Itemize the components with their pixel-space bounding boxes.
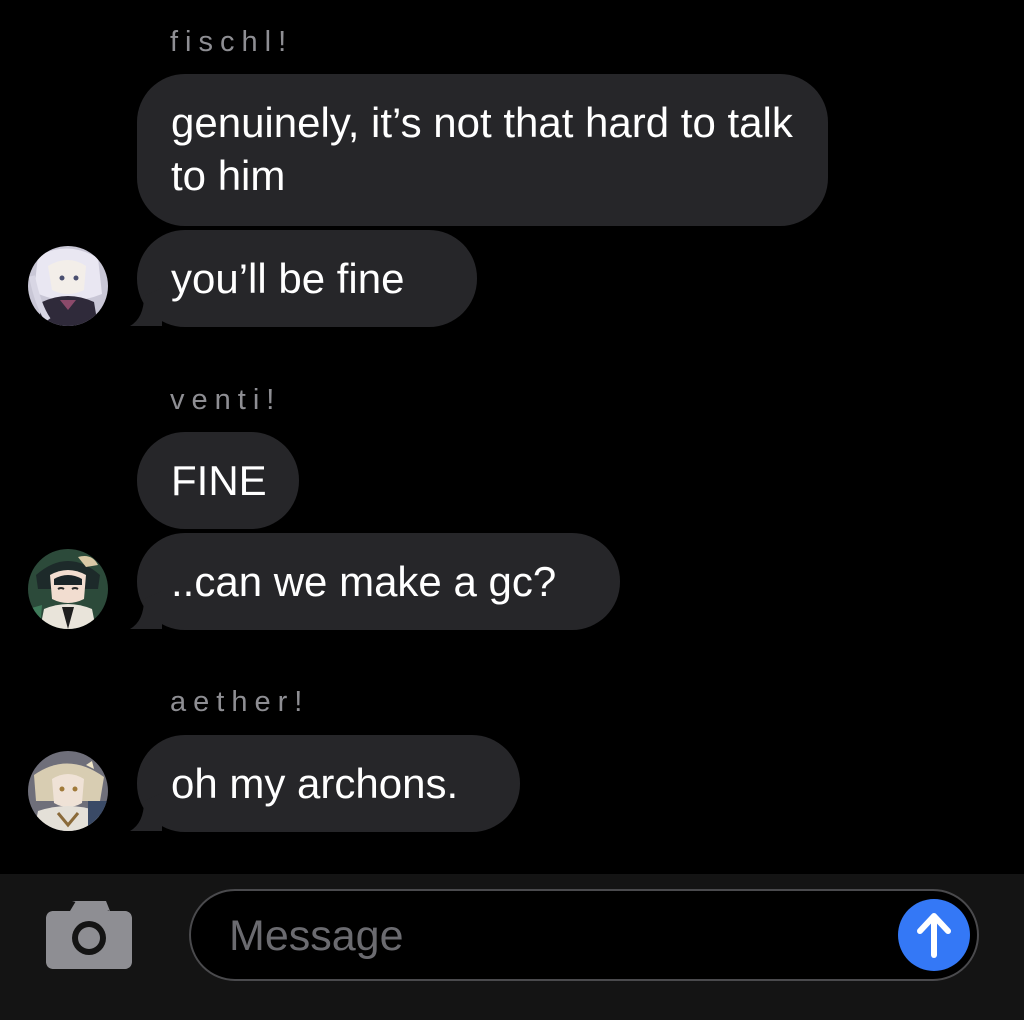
message-bubble[interactable]: you’ll be fine [137, 230, 477, 327]
message-text: genuinely, it’s not that hard to talk to… [171, 99, 793, 199]
message-text: FINE [171, 457, 267, 504]
message-bubble[interactable]: ..can we make a gc? [137, 533, 620, 630]
message-text: ..can we make a gc? [171, 558, 557, 605]
message-placeholder: Message [229, 912, 404, 960]
composer-bar: Message [0, 874, 1024, 1020]
message-text: oh my archons. [171, 760, 459, 807]
sender-name-venti: venti! [170, 384, 282, 416]
camera-icon [46, 901, 132, 969]
sender-name-fischl: fischl! [170, 26, 294, 58]
arrow-up-icon [917, 913, 951, 958]
message-input[interactable]: Message [189, 889, 979, 981]
bubble-tail [130, 793, 162, 831]
camera-button[interactable] [46, 901, 132, 969]
bubble-tail [130, 591, 162, 629]
message-bubble[interactable]: genuinely, it’s not that hard to talk to… [137, 74, 828, 226]
sender-name-aether: aether! [170, 686, 310, 718]
send-button[interactable] [898, 899, 970, 971]
fischl-avatar[interactable] [28, 246, 108, 326]
message-thread: fischl! genuinely, it’s not that hard to… [0, 0, 1024, 874]
bubble-tail [130, 288, 162, 326]
venti-avatar[interactable] [28, 549, 108, 629]
message-text: you’ll be fine [171, 255, 405, 302]
message-bubble[interactable]: oh my archons. [137, 735, 520, 832]
message-bubble[interactable]: FINE [137, 432, 299, 529]
aether-avatar[interactable] [28, 751, 108, 831]
